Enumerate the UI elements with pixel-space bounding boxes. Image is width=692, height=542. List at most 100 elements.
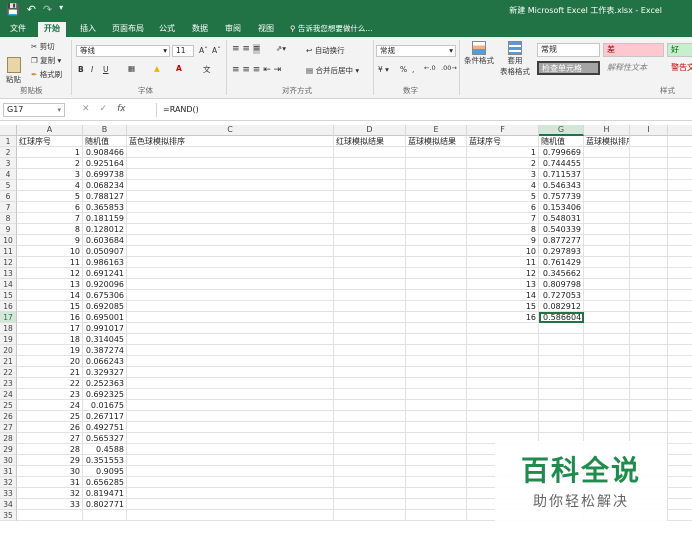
cut-button[interactable]: ✂ 剪切	[31, 41, 55, 52]
cell-i8[interactable]	[630, 213, 668, 224]
column-header-g[interactable]: G	[539, 125, 584, 136]
cell-h17[interactable]	[584, 312, 630, 323]
cell-j26[interactable]	[668, 411, 692, 422]
column-header-f[interactable]: F	[467, 125, 539, 136]
cell-b25[interactable]: 0.01675	[83, 400, 127, 411]
cell-j22[interactable]	[668, 367, 692, 378]
cell-e3[interactable]	[406, 158, 467, 169]
tab-page-layout[interactable]: 页面布局	[106, 22, 150, 37]
cell-c32[interactable]	[127, 477, 334, 488]
copy-button[interactable]: ❐ 复制 ▾	[31, 55, 61, 66]
cell-i18[interactable]	[630, 323, 668, 334]
border-button[interactable]: ▦	[128, 64, 135, 73]
fill-color-button[interactable]: ▲	[154, 64, 160, 73]
font-name-select[interactable]: 等线 ▾	[76, 45, 170, 57]
cell-d1[interactable]: 红球模拟结果	[334, 136, 406, 147]
row-header[interactable]: 27	[0, 422, 17, 433]
cell-h2[interactable]	[584, 147, 630, 158]
cell-j21[interactable]	[668, 356, 692, 367]
cell-b29[interactable]: 0.4588	[83, 444, 127, 455]
row-header[interactable]: 2	[0, 147, 17, 158]
cell-h22[interactable]	[584, 367, 630, 378]
cell-f26[interactable]	[467, 411, 539, 422]
grow-font-button[interactable]: Aˆ	[199, 46, 208, 55]
orientation-button[interactable]: ⇗▾	[276, 44, 286, 53]
cell-h8[interactable]	[584, 213, 630, 224]
cell-h27[interactable]	[584, 422, 630, 433]
row-header[interactable]: 33	[0, 488, 17, 499]
cell-i21[interactable]	[630, 356, 668, 367]
bold-button[interactable]: B	[78, 65, 84, 74]
cell-j31[interactable]	[668, 466, 692, 477]
tab-insert[interactable]: 插入	[74, 22, 102, 37]
cell-f20[interactable]	[467, 345, 539, 356]
cell-i24[interactable]	[630, 389, 668, 400]
cell-j25[interactable]	[668, 400, 692, 411]
cell-j3[interactable]	[668, 158, 692, 169]
increase-decimal-button[interactable]: ←.0	[424, 64, 436, 72]
cell-e34[interactable]	[406, 499, 467, 510]
cell-e4[interactable]	[406, 169, 467, 180]
cell-c25[interactable]	[127, 400, 334, 411]
cell-i10[interactable]	[630, 235, 668, 246]
cell-g20[interactable]	[539, 345, 584, 356]
cell-c12[interactable]	[127, 257, 334, 268]
cell-c15[interactable]	[127, 290, 334, 301]
cell-g16[interactable]: 0.082912	[539, 301, 584, 312]
cell-c23[interactable]	[127, 378, 334, 389]
style-bad[interactable]: 差	[603, 43, 664, 57]
cell-h12[interactable]	[584, 257, 630, 268]
row-header[interactable]: 8	[0, 213, 17, 224]
row-header[interactable]: 31	[0, 466, 17, 477]
cell-b30[interactable]: 0.351553	[83, 455, 127, 466]
row-header[interactable]: 23	[0, 378, 17, 389]
cell-j27[interactable]	[668, 422, 692, 433]
cell-d11[interactable]	[334, 246, 406, 257]
cell-d33[interactable]	[334, 488, 406, 499]
cell-f25[interactable]	[467, 400, 539, 411]
cell-a2[interactable]: 1	[17, 147, 83, 158]
cell-j24[interactable]	[668, 389, 692, 400]
column-header-a[interactable]: A	[17, 125, 83, 136]
cell-h11[interactable]	[584, 246, 630, 257]
cell-h23[interactable]	[584, 378, 630, 389]
tab-formulas[interactable]: 公式	[153, 22, 181, 37]
column-header-e[interactable]: E	[406, 125, 467, 136]
cell-e14[interactable]	[406, 279, 467, 290]
cell-e21[interactable]	[406, 356, 467, 367]
cell-d31[interactable]	[334, 466, 406, 477]
tab-review[interactable]: 审阅	[219, 22, 247, 37]
cell-e22[interactable]	[406, 367, 467, 378]
cell-g24[interactable]	[539, 389, 584, 400]
cell-a1[interactable]: 红球序号	[17, 136, 83, 147]
cell-b34[interactable]: 0.802771	[83, 499, 127, 510]
cell-f14[interactable]: 13	[467, 279, 539, 290]
row-header[interactable]: 30	[0, 455, 17, 466]
cell-f23[interactable]	[467, 378, 539, 389]
cell-b22[interactable]: 0.329327	[83, 367, 127, 378]
cell-e29[interactable]	[406, 444, 467, 455]
cell-b21[interactable]: 0.066243	[83, 356, 127, 367]
cell-e35[interactable]	[406, 510, 467, 521]
cell-a6[interactable]: 5	[17, 191, 83, 202]
cell-d16[interactable]	[334, 301, 406, 312]
cell-d8[interactable]	[334, 213, 406, 224]
cell-e11[interactable]	[406, 246, 467, 257]
cell-g10[interactable]: 0.877277	[539, 235, 584, 246]
cell-g13[interactable]: 0.345662	[539, 268, 584, 279]
cell-c21[interactable]	[127, 356, 334, 367]
cell-i6[interactable]	[630, 191, 668, 202]
cell-c26[interactable]	[127, 411, 334, 422]
cell-j17[interactable]	[668, 312, 692, 323]
cell-d7[interactable]	[334, 202, 406, 213]
cell-i14[interactable]	[630, 279, 668, 290]
row-header[interactable]: 25	[0, 400, 17, 411]
cell-d19[interactable]	[334, 334, 406, 345]
tab-data[interactable]: 数据	[186, 22, 214, 37]
cell-i17[interactable]	[630, 312, 668, 323]
cell-a13[interactable]: 12	[17, 268, 83, 279]
cell-b11[interactable]: 0.050907	[83, 246, 127, 257]
cell-a28[interactable]: 27	[17, 433, 83, 444]
column-header-b[interactable]: B	[83, 125, 127, 136]
cell-d30[interactable]	[334, 455, 406, 466]
